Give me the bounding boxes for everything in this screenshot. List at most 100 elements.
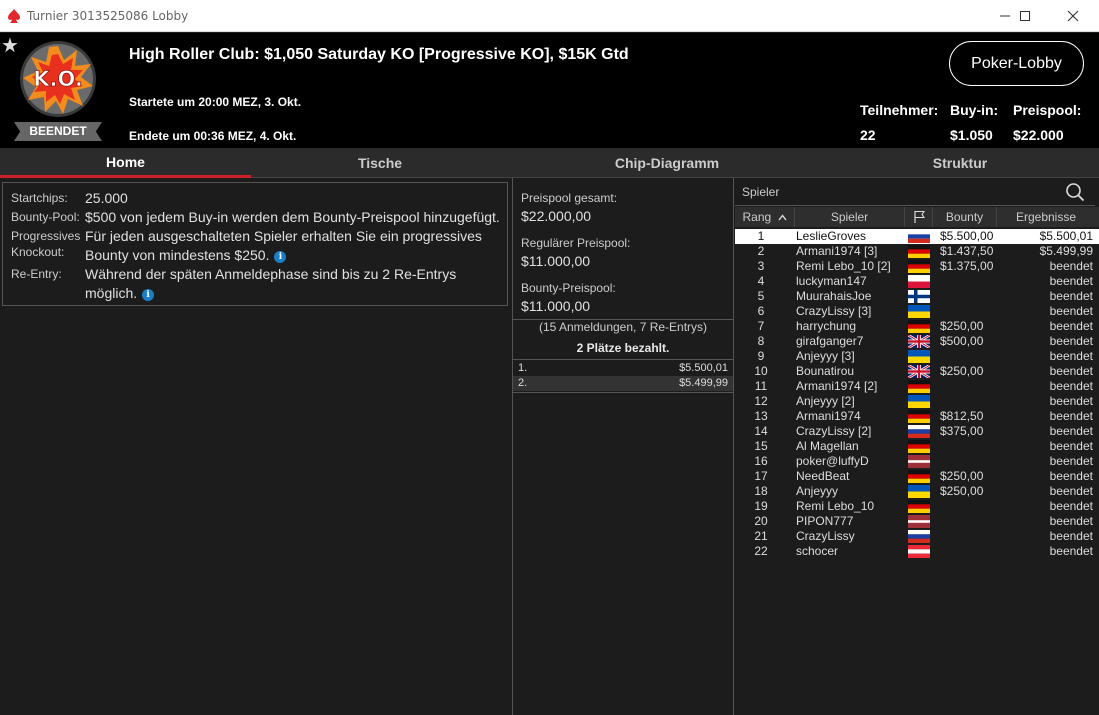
player-result: beendet xyxy=(1049,499,1093,513)
sort-ascending-icon xyxy=(777,214,787,221)
col-results-header[interactable]: Ergebnisse xyxy=(997,207,1095,227)
player-row[interactable]: 15 Al Magellan beendet xyxy=(735,439,1099,454)
country-flag-icon xyxy=(908,305,930,318)
player-result: beendet xyxy=(1049,289,1093,303)
player-rank: 13 xyxy=(754,409,768,423)
country-flag-icon xyxy=(908,335,930,348)
player-row[interactable]: 9 Anjeyyy [3] beendet xyxy=(735,349,1099,364)
player-row[interactable]: 19 Remi Lebo_10 beendet xyxy=(735,499,1099,514)
poker-lobby-button[interactable]: Poker-Lobby xyxy=(949,41,1084,86)
country-flag-icon xyxy=(908,260,930,273)
player-name: schocer xyxy=(796,544,839,558)
favorite-star-icon[interactable]: ★ xyxy=(1,33,19,58)
player-name: Remi Lebo_10 xyxy=(796,499,875,513)
flag-icon xyxy=(913,210,925,223)
player-row[interactable]: 21 CrazyLissy beendet xyxy=(735,529,1099,544)
player-name: Armani1974 xyxy=(796,409,861,423)
player-name: PIPON777 xyxy=(796,514,854,528)
player-row[interactable]: 12 Anjeyyy [2] beendet xyxy=(735,394,1099,409)
col-rank-header[interactable]: Rang xyxy=(735,207,795,227)
tournament-header: ★ K.O. BEENDET High Roller Club: $1,050 … xyxy=(0,33,1099,148)
player-row[interactable]: 1 LeslieGroves $5.500,00 $5.500,01 xyxy=(735,229,1099,244)
player-row[interactable]: 11 Armani1974 [2] beendet xyxy=(735,379,1099,394)
player-row[interactable]: 6 CrazyLissy [3] beendet xyxy=(735,304,1099,319)
country-flag-icon xyxy=(908,530,930,543)
reentry-value-line2: möglich. i xyxy=(85,284,155,303)
tab-tables[interactable]: Tische xyxy=(251,148,509,178)
tab-structure[interactable]: Struktur xyxy=(825,148,1095,178)
player-rank: 9 xyxy=(757,349,765,363)
payout-row: 1. $5.500,01 xyxy=(513,361,733,376)
player-result: beendet xyxy=(1049,529,1093,543)
player-row[interactable]: 16 poker@luffyD beendet xyxy=(735,454,1099,469)
prize-pool-panel: Preispool gesamt: $22.000,00 Regulärer P… xyxy=(513,178,733,715)
col-bounty-header[interactable]: Bounty xyxy=(933,207,997,227)
player-rank: 2 xyxy=(757,244,765,258)
places-paid-info: 2 Plätze bezahlt. xyxy=(576,341,670,355)
player-row[interactable]: 5 MuurahaisJoe beendet xyxy=(735,289,1099,304)
panel-divider xyxy=(733,178,734,715)
player-row[interactable]: 2 Armani1974 [3] $1.437,50 $5.499,99 xyxy=(735,244,1099,259)
payout-amount: $5.499,99 xyxy=(679,377,728,389)
total-prizepool-value: $22.000,00 xyxy=(521,208,592,224)
player-row[interactable]: 8 girafganger7 $500,00 beendet xyxy=(735,334,1099,349)
country-flag-icon xyxy=(908,275,930,288)
player-result: beendet xyxy=(1049,409,1093,423)
player-bounty: $500,00 xyxy=(940,334,984,348)
player-row[interactable]: 7 harrychung $250,00 beendet xyxy=(735,319,1099,334)
player-name: Remi Lebo_10 [2] xyxy=(796,259,891,273)
start-time: Startete um 20:00 MEZ, 3. Okt. xyxy=(129,95,302,109)
col-player-header[interactable]: Spieler xyxy=(795,207,905,227)
player-name: poker@luffyD xyxy=(796,454,869,468)
player-result: beendet xyxy=(1049,439,1093,453)
player-row[interactable]: 13 Armani1974 $812,50 beendet xyxy=(735,409,1099,424)
player-row[interactable]: 10 Bounatirou $250,00 beendet xyxy=(735,364,1099,379)
pko-value-line2: Bounty von mindestens $250. i xyxy=(85,246,287,265)
player-result: beendet xyxy=(1049,319,1093,333)
close-button[interactable] xyxy=(1050,0,1096,32)
player-row[interactable]: 3 Remi Lebo_10 [2] $1.375,00 beendet xyxy=(735,259,1099,274)
close-icon xyxy=(1067,10,1079,22)
info-icon[interactable]: i xyxy=(274,251,287,263)
country-flag-icon xyxy=(908,425,930,438)
maximize-button[interactable] xyxy=(1002,0,1048,32)
player-name: CrazyLissy [3] xyxy=(796,304,872,318)
tab-home[interactable]: Home xyxy=(0,148,251,178)
window-title: Turnier 3013525086 Lobby xyxy=(27,9,189,23)
player-row[interactable]: 14 CrazyLissy [2] $375,00 beendet xyxy=(735,424,1099,439)
player-row[interactable]: 20 PIPON777 beendet xyxy=(735,514,1099,529)
player-row[interactable]: 4 luckyman147 beendet xyxy=(735,274,1099,289)
player-rank: 7 xyxy=(757,319,765,333)
player-result: beendet xyxy=(1049,304,1093,318)
player-row[interactable]: 17 NeedBeat $250,00 beendet xyxy=(735,469,1099,484)
info-icon[interactable]: i xyxy=(142,289,155,301)
search-icon[interactable] xyxy=(1065,182,1085,202)
player-bounty: $250,00 xyxy=(940,484,984,498)
player-row[interactable]: 22 schocer beendet xyxy=(735,544,1099,559)
reentry-value-text: möglich. xyxy=(85,285,138,301)
player-result: beendet xyxy=(1049,424,1093,438)
country-flag-icon xyxy=(908,485,930,498)
status-badge: BEENDET xyxy=(14,122,102,141)
player-rank: 3 xyxy=(757,259,765,273)
divider xyxy=(513,392,733,393)
player-table-header: Rang Spieler Bounty Ergebnisse xyxy=(735,207,1099,227)
col-flag-header[interactable] xyxy=(905,207,933,227)
tab-bar: Home Tische Chip-Diagramm Struktur xyxy=(0,148,1099,178)
player-rank: 16 xyxy=(754,454,768,468)
country-flag-icon xyxy=(908,455,930,468)
player-result: beendet xyxy=(1049,454,1093,468)
payout-position: 2. xyxy=(518,377,528,389)
player-bounty: $250,00 xyxy=(940,319,984,333)
player-name: Anjeyyy [3] xyxy=(796,349,855,363)
player-rank: 20 xyxy=(754,514,768,528)
player-search-input[interactable]: Spieler xyxy=(735,178,1095,206)
tab-chip-chart[interactable]: Chip-Diagramm xyxy=(509,148,825,178)
window-title-bar: Turnier 3013525086 Lobby xyxy=(0,0,1099,32)
player-result: beendet xyxy=(1049,394,1093,408)
player-name: CrazyLissy xyxy=(796,529,855,543)
pko-value-line1: Für jeden ausgeschalteten Spieler erhalt… xyxy=(85,228,482,244)
player-rank: 11 xyxy=(754,379,768,393)
player-rank: 22 xyxy=(754,544,768,558)
player-row[interactable]: 18 Anjeyyy $250,00 beendet xyxy=(735,484,1099,499)
